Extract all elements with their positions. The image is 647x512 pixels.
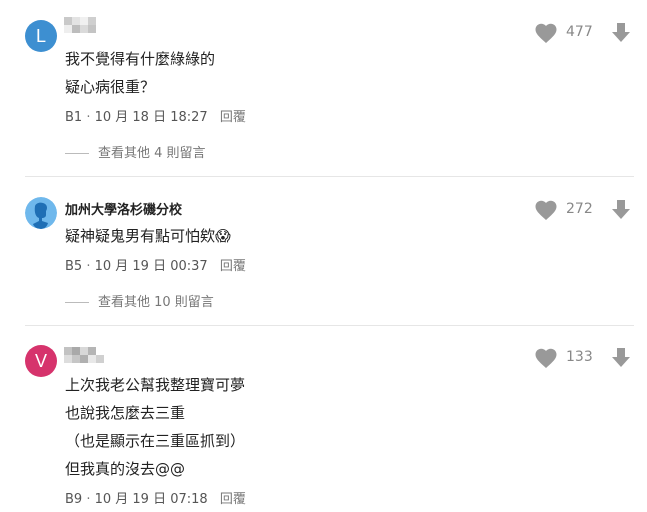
avatar[interactable]: L — [25, 20, 57, 52]
reply-button[interactable]: 回覆 — [220, 492, 246, 507]
comment-text-line: 我不覺得有什麼綠綠的 — [65, 50, 216, 68]
view-more-label: 查看其他 10 則留言 — [98, 295, 214, 310]
comment-date: 10 月 18 日 18:27 — [94, 110, 208, 125]
comment-divider — [25, 325, 634, 326]
author-name[interactable]: 加州大學洛杉磯分校 — [65, 199, 182, 218]
heart-icon[interactable] — [534, 22, 558, 44]
floor-number: B5 — [65, 259, 83, 274]
separator-dot: · — [86, 492, 95, 507]
down-arrow-icon[interactable] — [610, 199, 632, 221]
like-count: 272 — [566, 201, 593, 217]
comment-divider — [25, 176, 634, 177]
down-arrow-icon[interactable] — [610, 22, 632, 44]
heart-icon[interactable] — [534, 199, 558, 221]
divider-dash — [65, 153, 89, 154]
view-more-replies-link[interactable]: 查看其他 10 則留言 — [65, 291, 214, 310]
comment-meta: B5 · 10 月 19 日 00:37 回覆 — [65, 255, 246, 274]
view-more-replies-link[interactable]: 查看其他 4 則留言 — [65, 142, 206, 161]
down-arrow-icon[interactable] — [610, 347, 632, 369]
reply-button[interactable]: 回覆 — [220, 259, 246, 274]
comment-text-line: 但我真的沒去@@ — [65, 460, 186, 478]
view-more-label: 查看其他 4 則留言 — [98, 146, 206, 161]
avatar[interactable]: V — [25, 345, 57, 377]
like-count: 477 — [566, 24, 593, 40]
divider-dash — [65, 302, 89, 303]
comment-text-line: （也是顯示在三重區抓到） — [65, 432, 246, 450]
comment-text-line: 也說我怎麼去三重 — [65, 404, 186, 422]
comment-date: 10 月 19 日 07:18 — [94, 492, 208, 507]
separator-dot: · — [86, 259, 95, 274]
comment-text-line: 疑神疑鬼男有點可怕欸😱 — [65, 227, 231, 245]
comment-meta: B1 · 10 月 18 日 18:27 回覆 — [65, 106, 246, 125]
floor-number: B9 — [65, 492, 83, 507]
like-count: 133 — [566, 349, 593, 365]
author-name-redacted — [64, 17, 104, 33]
reply-button[interactable]: 回覆 — [220, 110, 246, 125]
comment-meta: B9 · 10 月 19 日 07:18 回覆 — [65, 488, 246, 507]
avatar[interactable] — [25, 197, 57, 229]
comment-date: 10 月 19 日 00:37 — [94, 259, 208, 274]
floor-number: B1 — [65, 110, 83, 125]
heart-icon[interactable] — [534, 347, 558, 369]
comment-text-line: 上次我老公幫我整理寶可夢 — [65, 376, 246, 394]
author-name-redacted — [64, 347, 104, 363]
comment-text-line: 疑心病很重？ — [65, 78, 156, 96]
separator-dot: · — [86, 110, 95, 125]
